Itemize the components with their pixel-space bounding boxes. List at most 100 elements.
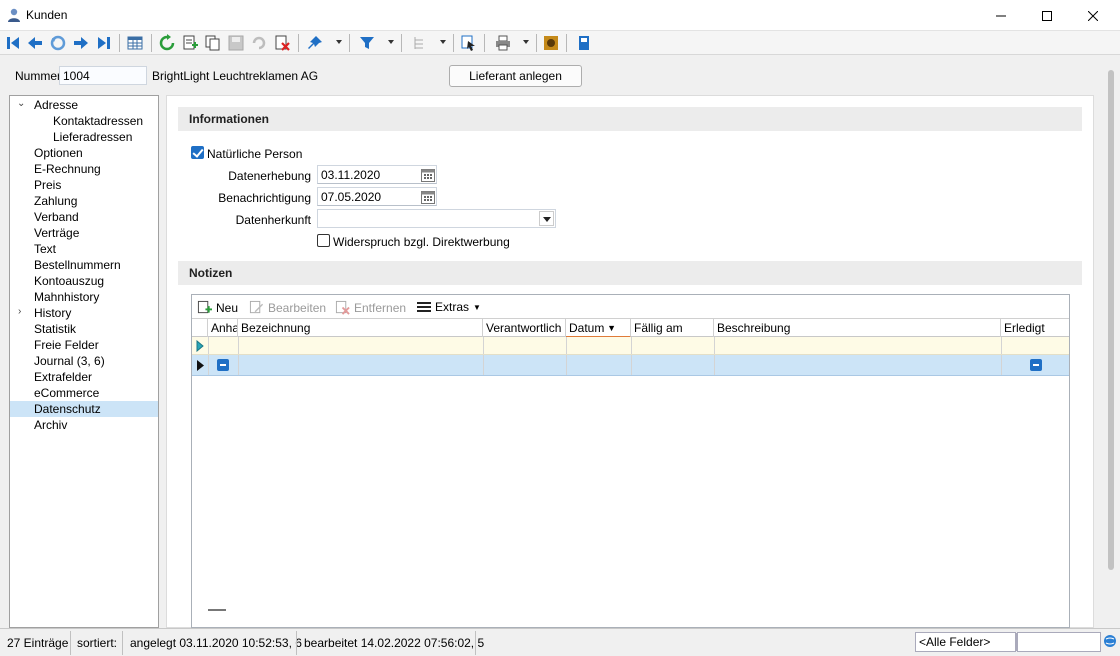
details-icon[interactable] — [575, 34, 593, 52]
pin-icon[interactable] — [306, 34, 324, 52]
col-verantwortlich[interactable]: Verantwortlich — [483, 319, 566, 338]
erledigt-collapse-icon[interactable] — [1030, 359, 1042, 371]
tree-item-history[interactable]: History — [34, 305, 71, 321]
grid-header: Anha Bezeichnung Verantwortlich Datum ▼ … — [192, 318, 1069, 338]
chevron-down-icon[interactable]: ⌄ — [17, 98, 25, 109]
tree-item-optionen[interactable]: Optionen — [34, 145, 83, 161]
minimize-button[interactable] — [978, 0, 1024, 31]
datenerhebung-input[interactable] — [317, 165, 437, 184]
col-datum[interactable]: Datum ▼ — [566, 319, 631, 338]
col-beschreibung[interactable]: Beschreibung — [714, 319, 1001, 338]
bearbeiten-label: Bearbeiten — [268, 300, 327, 315]
tree-item-bestellnummern[interactable]: Bestellnummern — [34, 257, 121, 273]
menu-icon — [417, 302, 431, 312]
natuerliche-person-label: Natürliche Person — [207, 147, 303, 161]
tree-item-adresse[interactable]: Adresse — [34, 97, 78, 113]
grid-splitter-handle[interactable] — [208, 609, 226, 611]
save-icon[interactable] — [227, 34, 245, 52]
field-filter-select[interactable]: <Alle Felder> — [915, 632, 1032, 652]
title-bar: Kunden — [0, 0, 1120, 31]
tree-item-datenschutz[interactable]: Datenschutz — [10, 401, 158, 417]
tree-item-verband[interactable]: Verband — [34, 209, 79, 225]
refresh-icon[interactable] — [158, 34, 176, 52]
tree-item-freie-felder[interactable]: Freie Felder — [34, 337, 99, 353]
new-row[interactable] — [192, 337, 1069, 355]
notizen-header: Notizen — [178, 261, 1082, 285]
extras-menu[interactable]: Extras ▼ — [417, 300, 481, 314]
tree-item-vertraege[interactable]: Verträge — [34, 225, 79, 241]
new-row-arrow-icon — [196, 340, 204, 352]
copy-record-icon[interactable] — [204, 34, 222, 52]
previous-record-icon[interactable] — [26, 34, 44, 52]
tree-item-archiv[interactable]: Archiv — [34, 417, 67, 433]
close-icon — [1088, 10, 1098, 21]
col-faellig-am[interactable]: Fällig am — [631, 319, 714, 338]
module-icon[interactable] — [542, 34, 560, 52]
tree-item-text[interactable]: Text — [34, 241, 56, 257]
col-anhang[interactable]: Anha — [208, 319, 238, 338]
table-row[interactable] — [192, 355, 1069, 376]
tree-view-icon[interactable] — [411, 34, 429, 52]
delete-record-icon[interactable] — [273, 34, 291, 52]
new-record-icon[interactable] — [181, 34, 199, 52]
chevron-down-icon[interactable] — [539, 211, 554, 226]
natuerliche-person-checkbox[interactable] — [191, 146, 204, 159]
entfernen-label: Entfernen — [354, 300, 407, 315]
filter-icon[interactable] — [358, 34, 376, 52]
maximize-icon — [1042, 10, 1052, 21]
next-record-icon[interactable] — [72, 34, 90, 52]
nummer-input[interactable] — [59, 66, 147, 85]
tree-item-mahnhistory[interactable]: Mahnhistory — [34, 289, 99, 305]
chevron-right-icon[interactable]: › — [18, 306, 21, 317]
tree-item-journal[interactable]: Journal (3, 6) — [34, 353, 105, 369]
col-bezeichnung[interactable]: Bezeichnung — [238, 319, 483, 338]
maximize-button[interactable] — [1024, 0, 1070, 31]
first-record-icon[interactable] — [4, 34, 22, 52]
widerspruch-checkbox[interactable] — [317, 234, 330, 247]
benachrichtigung-label: Benachrichtigung — [218, 191, 311, 205]
print-dropdown-icon[interactable] — [523, 40, 529, 44]
entries-count: 27 Einträge — [7, 636, 69, 650]
window-title: Kunden — [26, 8, 68, 22]
sort-desc-icon: ▼ — [607, 323, 616, 333]
globe-search-icon[interactable] — [1103, 634, 1117, 648]
tree-dropdown-icon[interactable] — [440, 40, 446, 44]
tree-item-preis[interactable]: Preis — [34, 177, 61, 193]
tree-item-ecommerce[interactable]: eCommerce — [34, 385, 99, 401]
last-record-icon[interactable] — [95, 34, 113, 52]
entfernen-button[interactable]: Entfernen — [335, 300, 406, 315]
lieferant-anlegen-button[interactable]: Lieferant anlegen — [449, 65, 582, 87]
tree-item-lieferadressen[interactable]: Lieferadressen — [53, 129, 132, 145]
undo-icon[interactable] — [250, 34, 268, 52]
pin-dropdown-icon[interactable] — [336, 40, 342, 44]
print-icon[interactable] — [494, 34, 512, 52]
back-icon[interactable] — [49, 34, 67, 52]
calendar-icon[interactable] — [420, 189, 436, 205]
tree-item-e-rechnung[interactable]: E-Rechnung — [34, 161, 101, 177]
bearbeiten-button[interactable]: Bearbeiten — [249, 300, 326, 315]
tree-item-extrafelder[interactable]: Extrafelder — [34, 369, 92, 385]
filter-dropdown-icon[interactable] — [388, 40, 394, 44]
datenherkunft-select[interactable] — [317, 209, 556, 228]
extras-label: Extras — [435, 300, 470, 314]
search-input[interactable] — [1017, 632, 1101, 652]
anhang-collapse-icon[interactable] — [217, 359, 229, 371]
current-row-arrow-icon — [197, 360, 204, 371]
neu-button[interactable]: Neu — [197, 300, 238, 315]
close-button[interactable] — [1070, 0, 1116, 31]
calendar-icon[interactable] — [420, 167, 436, 183]
col-erledigt[interactable]: Erledigt — [1001, 319, 1069, 338]
add-note-icon — [197, 300, 212, 314]
select-cursor-icon[interactable] — [460, 34, 478, 52]
table-view-icon[interactable] — [126, 34, 144, 52]
tree-item-kontaktadressen[interactable]: Kontaktadressen — [53, 113, 143, 129]
benachrichtigung-input[interactable] — [317, 187, 437, 206]
tree-item-statistik[interactable]: Statistik — [34, 321, 76, 337]
row-indicator-header — [192, 319, 208, 338]
edited-info: bearbeitet 14.02.2022 07:56:02, 5 — [304, 636, 485, 650]
scrollbar-thumb[interactable] — [1108, 70, 1114, 570]
edit-note-icon — [249, 300, 264, 314]
tree-item-zahlung[interactable]: Zahlung — [34, 193, 77, 209]
customer-name: BrightLight Leuchtreklamen AG — [152, 69, 319, 83]
tree-item-kontoauszug[interactable]: Kontoauszug — [34, 273, 104, 289]
